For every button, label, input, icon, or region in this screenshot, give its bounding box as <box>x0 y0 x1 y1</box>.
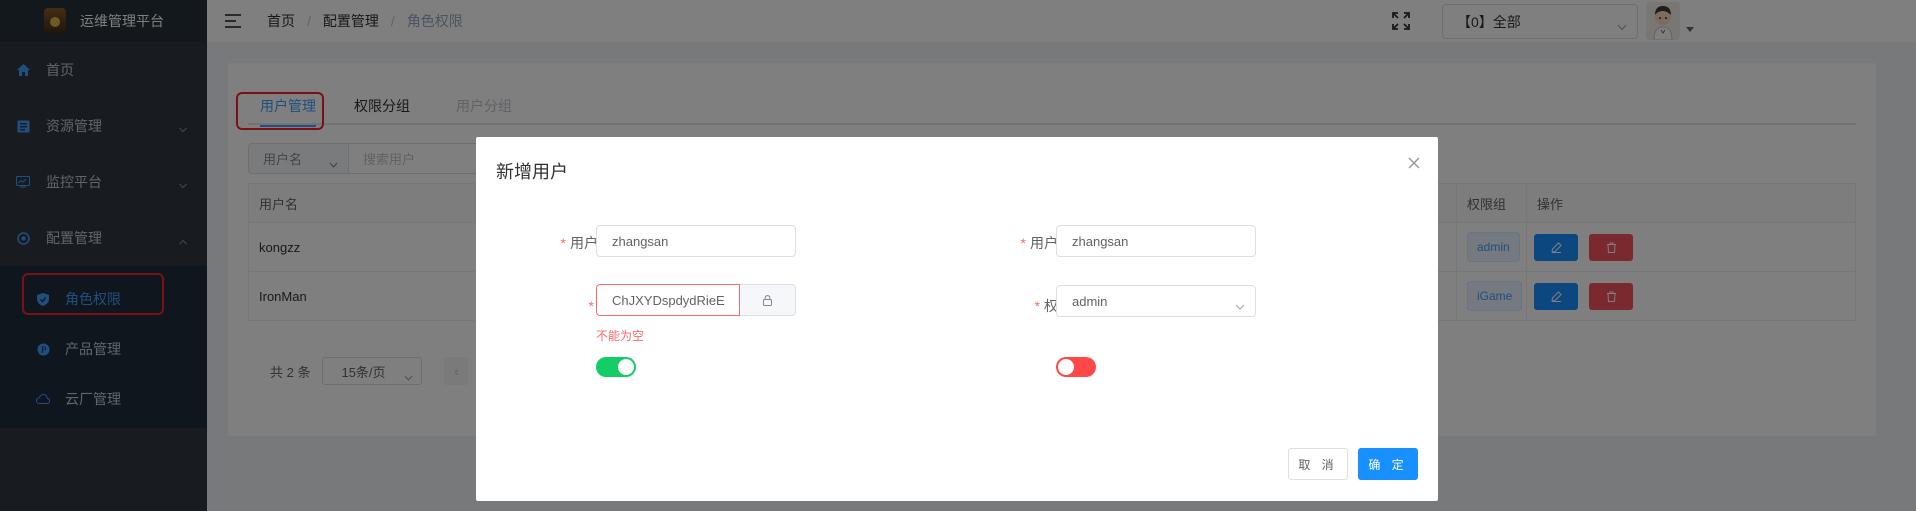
dialog-title: 新增用户 <box>496 162 568 182</box>
alias-field[interactable]: zhangsan <box>1056 225 1256 257</box>
group-select-value: admin <box>1072 293 1108 309</box>
username-field[interactable]: zhangsan <box>596 225 796 257</box>
group-select[interactable]: admin <box>1056 285 1256 317</box>
cancel-button[interactable]: 取 消 <box>1288 448 1348 480</box>
superadmin-switch[interactable] <box>1056 357 1096 377</box>
password-error: 不能为空 <box>596 329 645 343</box>
confirm-button[interactable]: 确 定 <box>1358 448 1418 480</box>
lock-icon[interactable] <box>740 284 796 316</box>
chevron-down-icon <box>1235 298 1245 313</box>
password-field[interactable]: ChJXYDspdydRieE <box>596 284 740 316</box>
close-icon[interactable] <box>1408 157 1420 169</box>
active-switch[interactable] <box>596 357 636 377</box>
add-user-dialog: 新增用户 *用户名称 zhangsan *用户别名 zhangsan *密码 C… <box>476 137 1438 501</box>
